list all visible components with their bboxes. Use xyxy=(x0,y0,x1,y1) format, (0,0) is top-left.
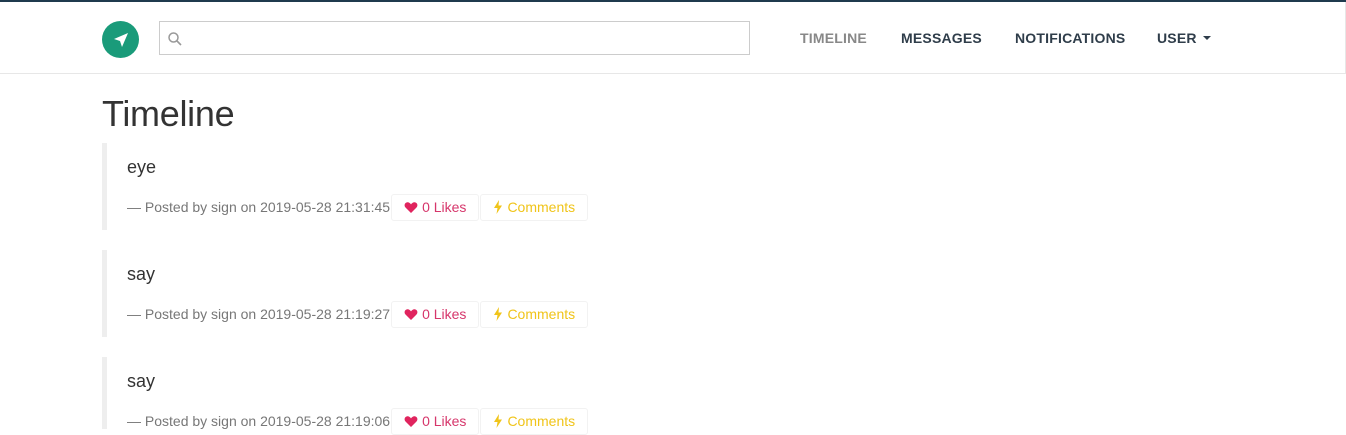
page-title: Timeline xyxy=(102,93,235,134)
post-meta-text: — Posted by sign on 2019-05-28 21:19:06 xyxy=(127,413,391,429)
lightning-icon xyxy=(493,307,503,321)
lightning-icon xyxy=(493,200,503,214)
nav-notifications[interactable]: NOTIFICATIONS xyxy=(1015,2,1125,74)
search-box[interactable] xyxy=(159,21,750,55)
comments-button[interactable]: Comments xyxy=(480,407,589,435)
post-content: say xyxy=(127,371,156,391)
comments-label: Comments xyxy=(507,413,576,429)
post-content: say xyxy=(127,264,156,284)
logo[interactable] xyxy=(102,21,139,58)
navbar: TIMELINE MESSAGES NOTIFICATIONS USER xyxy=(0,2,1346,74)
post-item: say — Posted by sign on 2019-05-28 21:19… xyxy=(102,250,802,337)
nav-timeline[interactable]: TIMELINE xyxy=(800,2,867,74)
post-item: say — Posted by sign on 2019-05-28 21:19… xyxy=(102,357,802,435)
caret-down-icon xyxy=(1202,36,1211,40)
post-meta-text: — Posted by sign on 2019-05-28 21:19:27 xyxy=(127,306,391,322)
comments-button[interactable]: Comments xyxy=(480,193,589,221)
nav-user-label: USER xyxy=(1157,30,1197,46)
like-count: 0 Likes xyxy=(422,413,467,429)
post-item: eye — Posted by sign on 2019-05-28 21:31… xyxy=(102,143,802,230)
nav-user-dropdown[interactable]: USER xyxy=(1157,2,1211,74)
search-icon xyxy=(168,32,182,46)
post-meta: — Posted by sign on 2019-05-28 21:19:06 … xyxy=(127,407,589,435)
heart-icon xyxy=(404,308,418,321)
search-input[interactable] xyxy=(188,22,743,54)
comments-label: Comments xyxy=(507,199,576,215)
post-meta-text: — Posted by sign on 2019-05-28 21:31:45 xyxy=(127,199,391,215)
nav-messages[interactable]: MESSAGES xyxy=(901,2,982,74)
like-count: 0 Likes xyxy=(422,306,467,322)
heart-icon xyxy=(404,201,418,214)
like-button[interactable]: 0 Likes xyxy=(391,300,480,328)
like-button[interactable]: 0 Likes xyxy=(391,407,480,435)
post-content: eye xyxy=(127,157,157,177)
post-meta: — Posted by sign on 2019-05-28 21:31:45 … xyxy=(127,193,589,221)
heart-icon xyxy=(404,415,418,428)
like-button[interactable]: 0 Likes xyxy=(391,193,480,221)
lightning-icon xyxy=(493,414,503,428)
post-meta: — Posted by sign on 2019-05-28 21:19:27 … xyxy=(127,300,589,328)
paper-plane-icon xyxy=(113,32,128,47)
like-count: 0 Likes xyxy=(422,199,467,215)
comments-button[interactable]: Comments xyxy=(480,300,589,328)
comments-label: Comments xyxy=(507,306,576,322)
